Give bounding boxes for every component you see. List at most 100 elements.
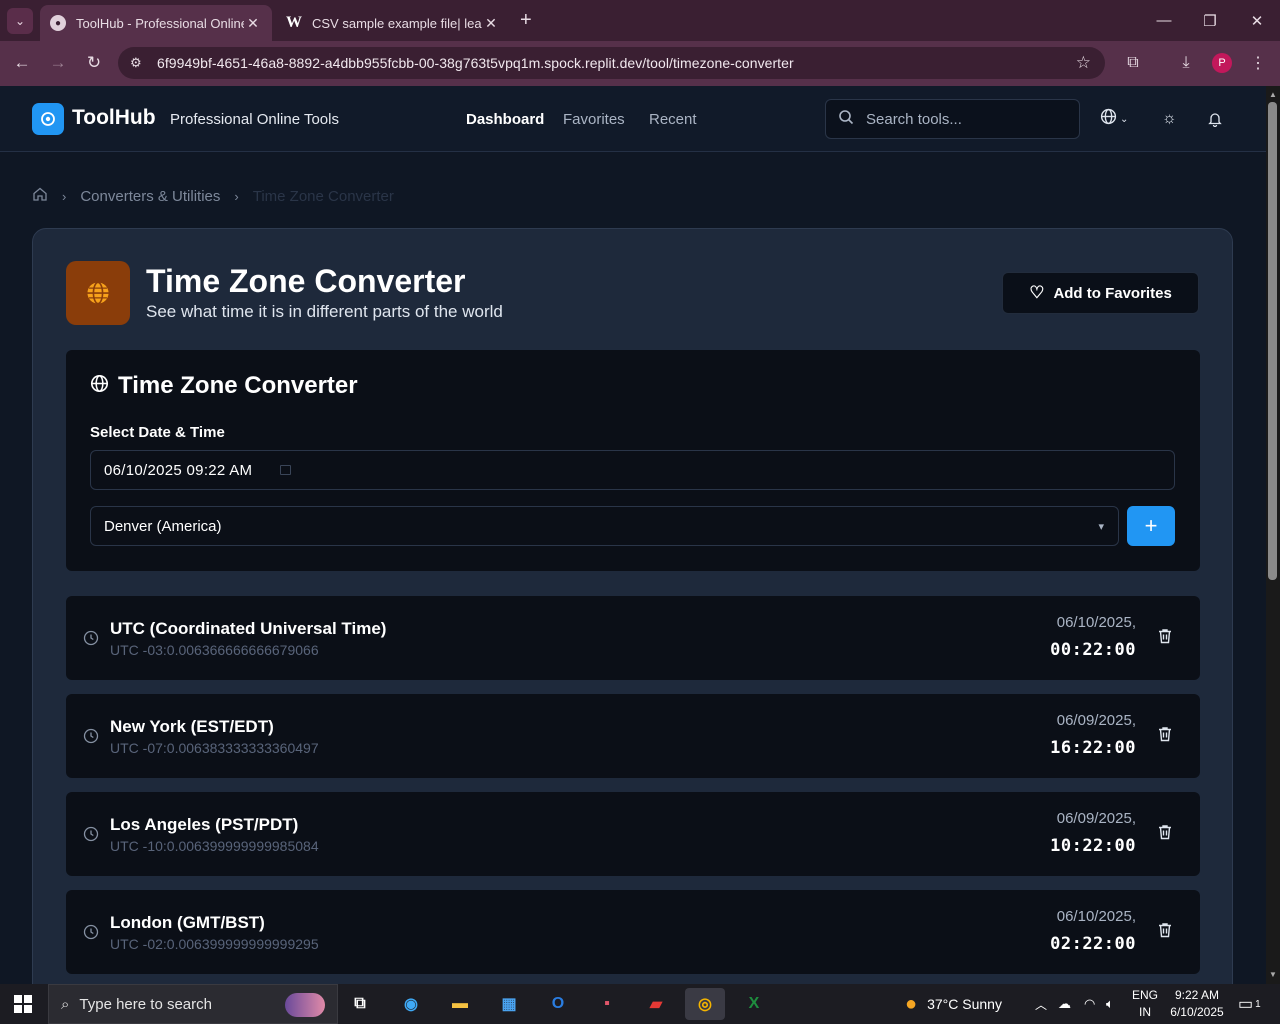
timezone-date: 06/10/2025, [1056, 614, 1136, 631]
timezone-time: 00:22:00 [1050, 640, 1136, 660]
trash-icon[interactable] [1158, 726, 1172, 746]
timezone-row: New York (EST/EDT) UTC -07:0.00638333333… [66, 694, 1200, 778]
clock-icon [83, 924, 99, 943]
weather-widget[interactable]: ● 37°C Sunny [905, 984, 1002, 1024]
extensions-icon[interactable]: ⧉ [1121, 52, 1145, 74]
timezone-offset: UTC -02:0.006399999999999295 [110, 936, 319, 952]
nav-favorites[interactable]: Favorites [563, 111, 625, 128]
profile-avatar[interactable]: P [1212, 53, 1232, 73]
notifications-bell-icon[interactable] [1207, 109, 1223, 129]
address-bar[interactable]: ⚙ 6f9949bf-4651-46a8-8892-a4dbb955fcbb-0… [118, 47, 1105, 79]
page-title: Time Zone Converter [146, 263, 466, 299]
scrollbar-thumb[interactable] [1268, 102, 1277, 580]
notifications-icon[interactable]: ▭ 1 [1238, 984, 1261, 1024]
browser-tab-inactive[interactable]: W CSV sample example file| learn ✕ [276, 5, 510, 41]
converter-card: Time Zone Converter Select Date & Time 0… [66, 350, 1200, 571]
taskbar-search-placeholder: Type here to search [79, 995, 212, 1013]
forward-icon[interactable]: → [47, 52, 69, 74]
calendar-icon[interactable] [280, 465, 292, 475]
timezone-name: London (GMT/BST) [110, 913, 265, 932]
add-timezone-button[interactable]: + [1127, 506, 1175, 546]
microsoft-store-icon[interactable]: ▦ [489, 988, 529, 1020]
bookmark-star-icon[interactable]: ☆ [1076, 53, 1091, 73]
breadcrumb-section[interactable]: Converters & Utilities [80, 188, 220, 205]
taskbar-search-input[interactable]: ⌕ Type here to search [48, 984, 338, 1024]
language-indicator[interactable]: ENG IN [1130, 987, 1160, 1021]
browser-tab-active[interactable]: ● ToolHub - Professional Online T ✕ [40, 5, 272, 41]
date-time-input[interactable]: 06/10/2025 09:22 AM [90, 450, 1175, 490]
timezone-time: 02:22:00 [1050, 934, 1136, 954]
clock-icon [83, 826, 99, 845]
app-header: ToolHub Professional Online Tools Dashbo… [0, 86, 1266, 152]
windows-start-icon[interactable] [14, 995, 32, 1013]
language-bottom: IN [1139, 1005, 1151, 1019]
reload-icon[interactable]: ↻ [83, 52, 105, 74]
converter-title: Time Zone Converter [90, 372, 358, 400]
timezone-row: Los Angeles (PST/PDT) UTC -10:0.00639999… [66, 792, 1200, 876]
globe-icon [90, 374, 109, 399]
clock-icon [83, 630, 99, 649]
new-tab-button[interactable]: + [520, 9, 532, 32]
file-explorer-icon[interactable]: ▬ [440, 988, 480, 1020]
pdf-app-icon[interactable]: ▰ [636, 988, 676, 1020]
trash-icon[interactable] [1158, 922, 1172, 942]
tab-title: CSV sample example file| learn [312, 15, 482, 31]
app-viewport: ToolHub Professional Online Tools Dashbo… [0, 86, 1266, 984]
timezone-date: 06/09/2025, [1056, 810, 1136, 827]
timezone-select[interactable]: Denver (America) ▾ [90, 506, 1119, 546]
search-input[interactable]: Search tools... [825, 99, 1080, 139]
scroll-up-icon[interactable]: ▲ [1269, 90, 1277, 99]
notification-count: 1 [1255, 998, 1261, 1010]
chevron-down-icon: ▾ [1098, 520, 1104, 533]
excel-icon[interactable]: X [734, 988, 774, 1020]
nav-dashboard[interactable]: Dashboard [466, 111, 544, 128]
windows-taskbar: ⌕ Type here to search ⧉ ◉ ▬ ▦ O ▪ ▰ ◎ X … [0, 984, 1280, 1024]
page-scrollbar[interactable]: ▲ ▼ [1266, 86, 1280, 984]
page-subtitle: See what time it is in different parts o… [146, 302, 503, 321]
timezone-name: Los Angeles (PST/PDT) [110, 815, 299, 834]
wifi-icon[interactable]: ◠ [1084, 984, 1095, 1024]
timezone-offset: UTC -07:0.006383333333360497 [110, 740, 319, 756]
download-icon[interactable]: ⤓ [1174, 52, 1198, 74]
volume-icon[interactable]: 🔈︎ [1106, 984, 1114, 1024]
breadcrumb-current: Time Zone Converter [252, 187, 394, 205]
trash-icon[interactable] [1158, 824, 1172, 844]
timezone-name: New York (EST/EDT) [110, 717, 274, 736]
trash-icon[interactable] [1158, 628, 1172, 648]
home-icon[interactable] [32, 186, 48, 206]
chevron-up-icon[interactable]: ︿ [1035, 984, 1047, 1024]
close-tab-icon[interactable]: ✕ [482, 15, 500, 32]
add-to-favorites-button[interactable]: ♡ Add to Favorites [1002, 272, 1199, 314]
app-icon[interactable]: ▪ [587, 988, 627, 1020]
network-icon[interactable]: ☁ [1058, 984, 1071, 1024]
close-window-icon[interactable]: ✕ [1234, 0, 1280, 41]
task-view-icon[interactable]: ⧉ [340, 988, 380, 1020]
search-highlight-icon [285, 993, 325, 1017]
site-info-icon[interactable]: ⚙ [130, 55, 148, 71]
edge-icon[interactable]: ◉ [391, 988, 431, 1020]
brand-name[interactable]: ToolHub [72, 106, 156, 130]
tab-search-button[interactable]: ⌄ [7, 7, 33, 34]
outlook-icon[interactable]: O [538, 988, 578, 1020]
tab-title: ToolHub - Professional Online T [76, 15, 244, 31]
chrome-icon[interactable]: ◎ [685, 988, 725, 1020]
date-time-label: Select Date & Time [90, 424, 225, 441]
restore-icon[interactable]: ❐ [1187, 0, 1233, 41]
nav-recent[interactable]: Recent [649, 111, 697, 128]
timezone-time: 16:22:00 [1050, 738, 1136, 758]
scroll-down-icon[interactable]: ▼ [1269, 970, 1277, 979]
toolhub-logo-icon[interactable] [32, 103, 64, 135]
browser-menu-icon[interactable]: ⋮ [1246, 52, 1270, 74]
globe-tool-icon [66, 261, 130, 325]
back-icon[interactable]: ← [11, 52, 33, 74]
timezone-name: UTC (Coordinated Universal Time) [110, 619, 387, 638]
timezone-time: 10:22:00 [1050, 836, 1136, 856]
theme-toggle-sun-icon[interactable]: ☼ [1162, 109, 1177, 129]
language-selector[interactable]: ⌄ [1100, 108, 1128, 129]
add-to-favorites-label: Add to Favorites [1053, 284, 1172, 302]
converter-title-text: Time Zone Converter [118, 372, 358, 399]
close-tab-icon[interactable]: ✕ [244, 15, 262, 32]
timezone-offset: UTC -03:0.006366666666679066 [110, 642, 319, 658]
minimize-icon[interactable]: — [1141, 0, 1187, 41]
system-clock[interactable]: 9:22 AM 6/10/2025 [1165, 987, 1229, 1021]
